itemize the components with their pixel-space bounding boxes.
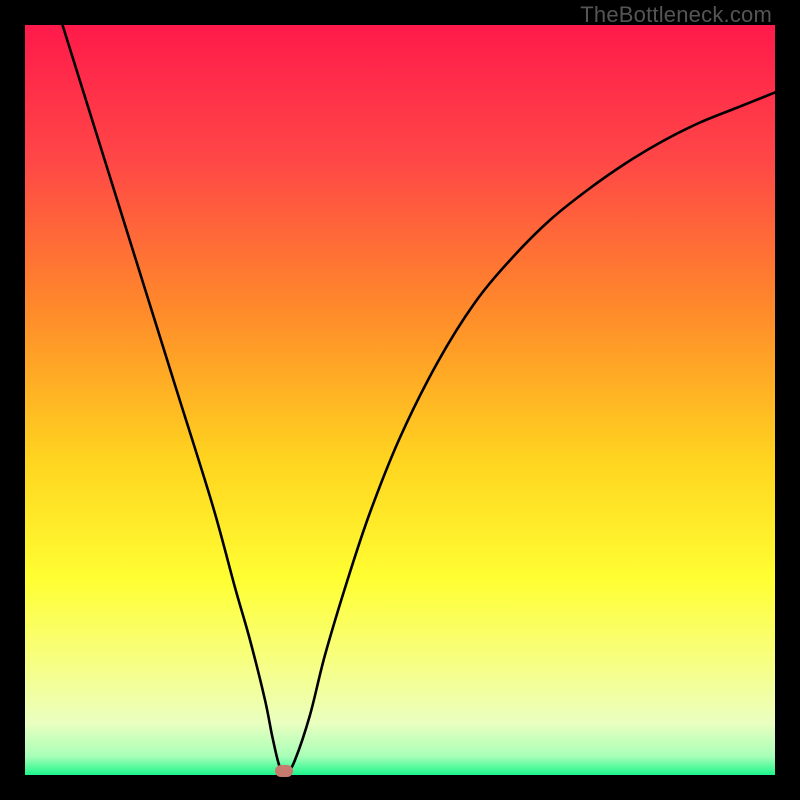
bottleneck-curve bbox=[25, 25, 775, 775]
minimum-marker bbox=[275, 765, 293, 777]
plot-area bbox=[25, 25, 775, 775]
chart-frame: TheBottleneck.com bbox=[0, 0, 800, 800]
